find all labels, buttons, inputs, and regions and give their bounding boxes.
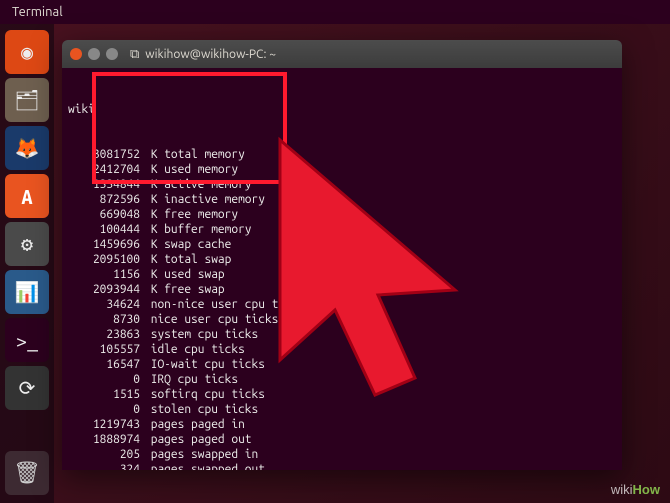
output-line: 3081752 K total memory (68, 147, 616, 162)
output-line: 1156 K used swap (68, 267, 616, 282)
updater-icon[interactable]: ⟳ (5, 366, 49, 410)
dash-icon[interactable]: ◉ (5, 30, 49, 74)
output-line: 205 pages swapped in (68, 447, 616, 462)
top-panel-app-label: Terminal (12, 5, 63, 19)
output-line: 872596 K inactive memory (68, 192, 616, 207)
output-line: 2095100 K total swap (68, 252, 616, 267)
output-line: 100444 K buffer memory (68, 222, 616, 237)
files-icon[interactable]: 🗂 (5, 78, 49, 122)
settings-icon[interactable]: ⚙ (5, 222, 49, 266)
window-title: wikihow@wikihow-PC: ~ (145, 48, 276, 61)
output-line: 8730 nice user cpu ticks (68, 312, 616, 327)
output-line: 324 pages swapped out (68, 462, 616, 470)
top-panel: Terminal (0, 0, 670, 24)
output-line: 669048 K free memory (68, 207, 616, 222)
minimize-icon[interactable] (88, 48, 100, 60)
output-line: 34624 non-nice user cpu ticks (68, 297, 616, 312)
output-line: 0 stolen cpu ticks (68, 402, 616, 417)
unity-launcher: ◉ 🗂 🦊 A ⚙ 📊 >_ ⟳ 🗑 (0, 24, 54, 503)
output-line: 1515 softirq cpu ticks (68, 387, 616, 402)
output-line: 1888974 pages paged out (68, 432, 616, 447)
trash-icon[interactable]: 🗑 (5, 451, 49, 495)
terminal-output[interactable]: wiki 3081752 K total memory2412704 K use… (62, 68, 622, 470)
firefox-icon[interactable]: 🦊 (5, 126, 49, 170)
output-line: 23863 system cpu ticks (68, 327, 616, 342)
output-line: 1459696 K swap cache (68, 237, 616, 252)
terminal-title-icon: ⧉ (130, 47, 139, 62)
terminal-icon[interactable]: >_ (5, 318, 49, 362)
output-line: 1334844 K active memory (68, 177, 616, 192)
system-monitor-icon[interactable]: 📊 (5, 270, 49, 314)
window-titlebar[interactable]: ⧉ wikihow@wikihow-PC: ~ (62, 40, 622, 68)
output-line: 2093944 K free swap (68, 282, 616, 297)
output-line: 105557 idle cpu ticks (68, 342, 616, 357)
close-icon[interactable] (70, 48, 82, 60)
maximize-icon[interactable] (106, 48, 118, 60)
watermark: wikiHow (611, 482, 660, 497)
output-line: 16547 IO-wait cpu ticks (68, 357, 616, 372)
output-line: 1219743 pages paged in (68, 417, 616, 432)
terminal-window: ⧉ wikihow@wikihow-PC: ~ wiki 3081752 K t… (62, 40, 622, 470)
output-line: 0 IRQ cpu ticks (68, 372, 616, 387)
output-line: 2412704 K used memory (68, 162, 616, 177)
partial-line: wiki (68, 102, 616, 117)
software-center-icon[interactable]: A (5, 174, 49, 218)
